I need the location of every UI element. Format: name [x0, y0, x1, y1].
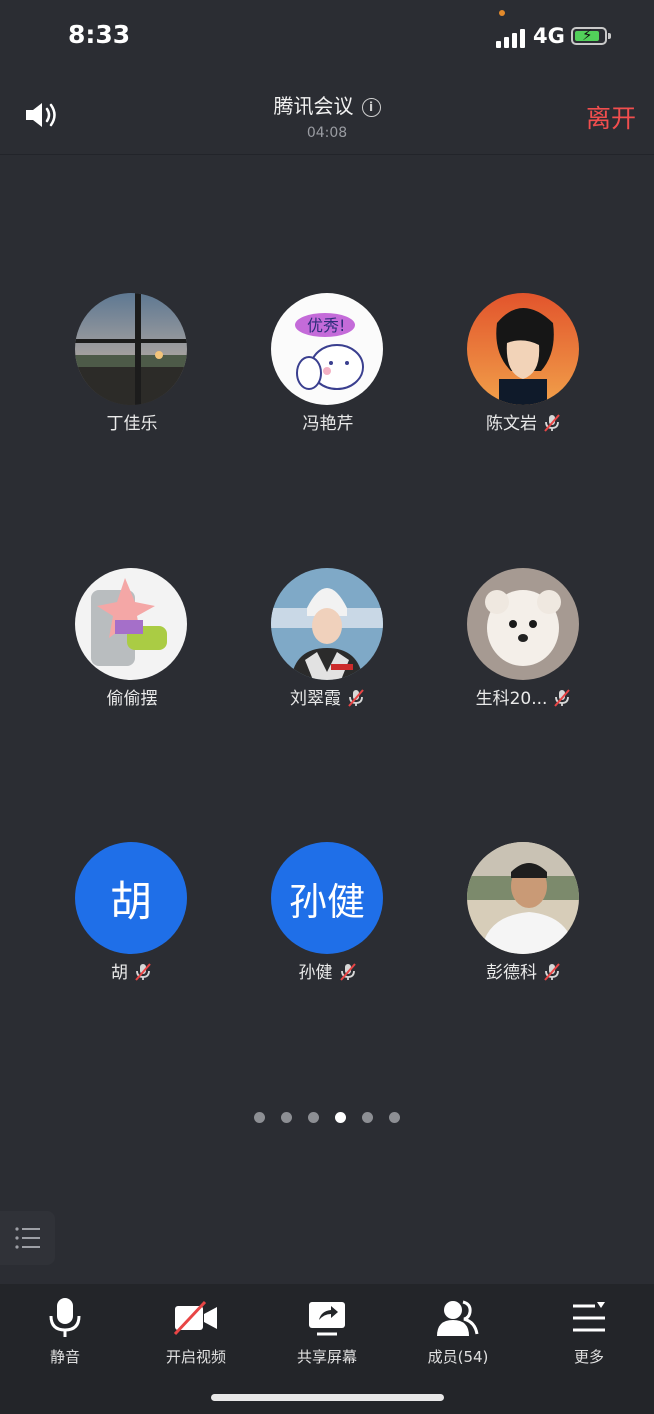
participant-name: 陈文岩: [486, 414, 537, 434]
participant-avatar: [467, 842, 579, 954]
participant-name-row: 冯艳芹: [228, 409, 428, 434]
participant-name-row: 彭德科: [424, 958, 624, 983]
network-type: 4G: [533, 24, 565, 48]
participant-name-row: 丁佳乐: [32, 409, 232, 434]
mic-muted-icon: [542, 413, 562, 433]
meeting-header: 腾讯会议 i 04:08 离开: [0, 72, 654, 155]
meeting-title-wrap[interactable]: 腾讯会议 i: [0, 90, 654, 119]
members-button[interactable]: 成员(54): [398, 1296, 518, 1367]
page-dot[interactable]: [281, 1112, 292, 1123]
status-time: 8:33: [68, 20, 131, 49]
start-video-label: 开启视频: [165, 1348, 226, 1366]
more-label: 更多: [573, 1348, 604, 1366]
mic-muted-icon: [542, 962, 562, 982]
members-icon: [437, 1300, 479, 1336]
mute-label: 静音: [49, 1348, 80, 1366]
page-indicator[interactable]: [254, 1112, 404, 1126]
participant-name-row: 胡: [32, 958, 232, 983]
participant-avatar: [467, 568, 579, 680]
participant-avatar: [467, 293, 579, 405]
participant-name: 孙健: [298, 963, 333, 983]
participant-name: 彭德科: [486, 963, 537, 983]
participant-name: 偷偷摆: [106, 689, 158, 709]
participant-name-row: 孙健: [228, 958, 428, 983]
list-view-button[interactable]: [0, 1211, 55, 1265]
participant-name-row: 生科20...: [424, 684, 624, 709]
meeting-title: 腾讯会议: [273, 94, 354, 118]
page-dot[interactable]: [362, 1112, 373, 1123]
mic-muted-icon: [346, 688, 366, 708]
participant-name: 生科20...: [475, 689, 548, 709]
participant-name: 丁佳乐: [106, 414, 158, 434]
page-dot[interactable]: [389, 1112, 400, 1123]
page-dot[interactable]: [308, 1112, 319, 1123]
participant-avatar: [75, 293, 187, 405]
participant-avatar: 优秀!: [271, 293, 383, 405]
participant-name-row: 刘翠霞: [228, 684, 428, 709]
page-dot-active[interactable]: [335, 1112, 346, 1123]
share-screen-button[interactable]: 共享屏幕: [267, 1296, 387, 1367]
mic-muted-icon: [338, 962, 358, 982]
participant-name: 刘翠霞: [290, 689, 341, 709]
battery-tip: [608, 33, 611, 39]
more-menu-icon: [573, 1302, 605, 1332]
participant-name-row: 偷偷摆: [32, 684, 232, 709]
info-icon[interactable]: i: [361, 98, 381, 117]
status-bar: 8:33 4G ⚡: [0, 0, 654, 72]
start-video-button[interactable]: 开启视频: [136, 1296, 256, 1367]
more-button[interactable]: 更多: [529, 1296, 649, 1367]
participant-name-row: 陈文岩: [424, 409, 624, 434]
participant-name: 冯艳芹: [302, 414, 354, 434]
privacy-indicator-dot: [499, 10, 505, 16]
participant-avatar: [75, 568, 187, 680]
meeting-duration: 04:08: [306, 125, 348, 141]
mic-muted-icon: [552, 688, 572, 708]
participant-avatar-text: 胡: [75, 842, 187, 954]
members-label: 成员(54): [427, 1348, 489, 1366]
participant-avatar-text: 孙健: [271, 842, 383, 954]
mic-muted-icon: [133, 962, 153, 982]
participant-avatar: [271, 568, 383, 680]
share-screen-icon: [309, 1302, 345, 1336]
video-off-icon: [173, 1300, 217, 1336]
share-screen-label: 共享屏幕: [296, 1348, 357, 1366]
svg-text:优秀!: 优秀!: [307, 316, 345, 335]
leave-button[interactable]: 离开: [586, 99, 636, 135]
home-indicator[interactable]: [211, 1394, 444, 1401]
signal-icon: [496, 28, 528, 48]
battery-icon: ⚡: [571, 26, 607, 45]
page-dot[interactable]: [254, 1112, 265, 1123]
microphone-icon: [49, 1298, 81, 1337]
mute-button[interactable]: 静音: [5, 1296, 125, 1367]
list-icon: [15, 1227, 40, 1249]
participant-name: 胡: [111, 963, 128, 983]
